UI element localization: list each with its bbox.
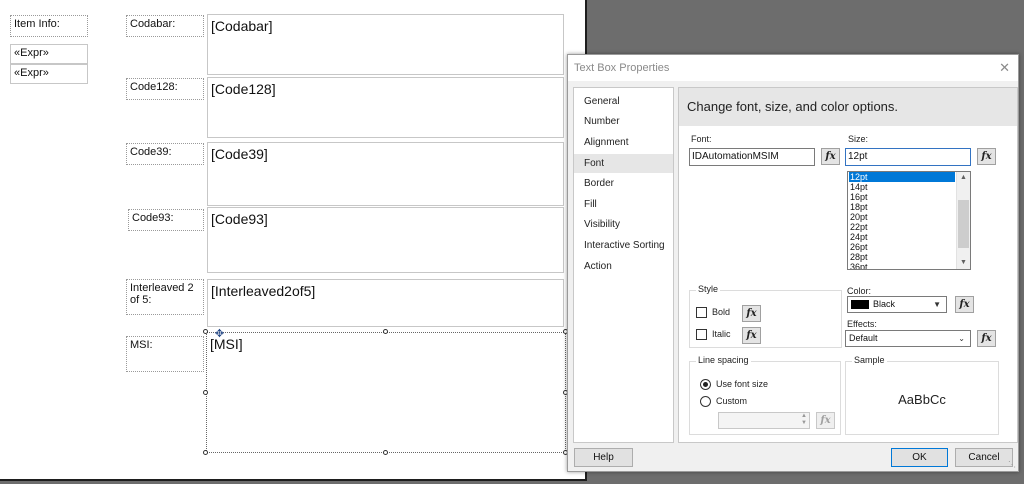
bold-label: Bold	[712, 307, 731, 317]
spacing-expression-button: fx	[816, 412, 835, 429]
help-button[interactable]: Help	[574, 448, 633, 467]
bold-expression-button[interactable]: fx	[742, 305, 761, 322]
nav-item-visibility[interactable]: Visibility	[574, 215, 673, 234]
codabar-field[interactable]: [Codabar]	[207, 14, 564, 75]
font-label: Font:	[691, 134, 712, 144]
bold-checkbox[interactable]	[696, 307, 707, 318]
nav-item-action[interactable]: Action	[574, 257, 673, 276]
line-spacing-group: Line spacing Use font size Custom ▲ ▼ fx	[689, 355, 841, 435]
scroll-down-arrow-icon[interactable]: ▼	[957, 257, 970, 269]
size-option[interactable]: 16pt	[849, 192, 955, 202]
color-swatch	[851, 300, 869, 310]
italic-checkbox[interactable]	[696, 329, 707, 340]
size-option[interactable]: 36pt	[849, 262, 955, 269]
stepper-arrows-icon: ▲ ▼	[801, 413, 807, 426]
dialog-titlebar: Text Box Properties ✕	[568, 55, 1018, 81]
dialog-title: Text Box Properties	[574, 62, 670, 74]
report-design-surface[interactable]: Item Info: «Expr» «Expr» Codabar: [Codab…	[0, 0, 587, 481]
font-settings-panel: Change font, size, and color options. Fo…	[678, 87, 1018, 443]
color-dropdown[interactable]: Black ▼	[847, 296, 947, 313]
text-box-properties-dialog: Text Box Properties ✕ General Number Ali…	[567, 54, 1019, 472]
sample-group-title: Sample	[852, 355, 887, 365]
use-font-size-radio[interactable]	[700, 379, 711, 390]
chevron-down-icon: ⌄	[958, 334, 965, 343]
code39-label[interactable]: Code39:	[126, 143, 204, 165]
nav-item-number[interactable]: Number	[574, 112, 673, 131]
msi-label[interactable]: MSI:	[126, 336, 204, 372]
sample-text: AaBbCc	[898, 392, 946, 407]
codabar-label[interactable]: Codabar:	[126, 15, 204, 37]
sample-group: Sample AaBbCc	[845, 355, 999, 435]
custom-label: Custom	[716, 396, 748, 406]
use-font-size-label: Use font size	[716, 379, 769, 389]
style-group: Style Bold fx Italic fx	[689, 284, 842, 348]
expr-field-2[interactable]: «Expr»	[10, 64, 88, 84]
ok-button[interactable]: OK	[891, 448, 948, 467]
chevron-down-icon: ▼	[933, 300, 941, 309]
size-list-scrollbar[interactable]: ▲ ▼	[956, 172, 970, 269]
effects-expression-button[interactable]: fx	[977, 330, 996, 347]
expr-field-1[interactable]: «Expr»	[10, 44, 88, 64]
size-option[interactable]: 20pt	[849, 212, 955, 222]
nav-item-general[interactable]: General	[574, 92, 673, 111]
nav-item-font[interactable]: Font	[574, 154, 673, 173]
close-icon[interactable]: ✕	[999, 55, 1010, 81]
resize-handle-bottom-left[interactable]	[203, 450, 208, 455]
size-dropdown-list[interactable]: 12pt 14pt 16pt 18pt 20pt 22pt 24pt 26pt …	[847, 171, 971, 270]
style-group-title: Style	[696, 284, 721, 294]
item-info-label[interactable]: Item Info:	[10, 15, 88, 37]
effects-value: Default	[849, 333, 878, 343]
size-option[interactable]: 18pt	[849, 202, 955, 212]
interleaved-2-of-5-field[interactable]: [Interleaved2of5]	[207, 279, 564, 327]
resize-handle-top[interactable]	[383, 329, 388, 334]
nav-item-alignment[interactable]: Alignment	[574, 133, 673, 152]
resize-handle-left[interactable]	[203, 390, 208, 395]
size-option[interactable]: 24pt	[849, 232, 955, 242]
panel-header: Change font, size, and color options.	[679, 88, 1017, 126]
size-option[interactable]: 14pt	[849, 182, 955, 192]
scroll-up-arrow-icon[interactable]: ▲	[957, 172, 970, 184]
size-input[interactable]: 12pt	[845, 148, 971, 166]
code93-field[interactable]: [Code93]	[207, 207, 564, 273]
property-nav-list: General Number Alignment Font Border Fil…	[573, 87, 674, 443]
move-handle-icon[interactable]: ✥	[214, 329, 225, 340]
scroll-thumb[interactable]	[958, 200, 969, 248]
msi-field-selected[interactable]: [MSI]	[206, 332, 566, 453]
resize-handle-top-left[interactable]	[203, 329, 208, 334]
size-option[interactable]: 12pt	[849, 172, 955, 182]
color-value: Black	[873, 299, 896, 309]
resize-handle-bottom[interactable]	[383, 450, 388, 455]
font-expression-button[interactable]: fx	[821, 148, 840, 165]
italic-label: Italic	[712, 329, 731, 339]
size-option[interactable]: 26pt	[849, 242, 955, 252]
size-label: Size:	[848, 134, 869, 144]
nav-item-fill[interactable]: Fill	[574, 195, 673, 214]
size-option[interactable]: 22pt	[849, 222, 955, 232]
line-spacing-group-title: Line spacing	[696, 355, 751, 365]
interleaved-2-of-5-label[interactable]: Interleaved 2 of 5:	[126, 279, 204, 315]
color-label: Color:	[847, 286, 872, 296]
custom-radio[interactable]	[700, 396, 711, 407]
nav-item-interactive-sorting[interactable]: Interactive Sorting	[574, 236, 673, 255]
custom-spacing-stepper[interactable]: ▲ ▼	[718, 412, 810, 429]
size-option[interactable]: 28pt	[849, 252, 955, 262]
effects-dropdown[interactable]: Default ⌄	[845, 330, 971, 347]
font-input[interactable]: IDAutomationMSIM	[689, 148, 815, 166]
code128-field[interactable]: [Code128]	[207, 77, 564, 138]
color-expression-button[interactable]: fx	[955, 296, 974, 313]
resize-grip-icon[interactable]: ⋱	[1008, 460, 1016, 469]
nav-item-border[interactable]: Border	[574, 174, 673, 193]
code39-field[interactable]: [Code39]	[207, 142, 564, 206]
italic-expression-button[interactable]: fx	[742, 327, 761, 344]
code128-label[interactable]: Code128:	[126, 78, 204, 100]
effects-label: Effects:	[847, 319, 877, 329]
cancel-button[interactable]: Cancel	[955, 448, 1013, 467]
code93-label[interactable]: Code93:	[128, 209, 204, 231]
size-expression-button[interactable]: fx	[977, 148, 996, 165]
